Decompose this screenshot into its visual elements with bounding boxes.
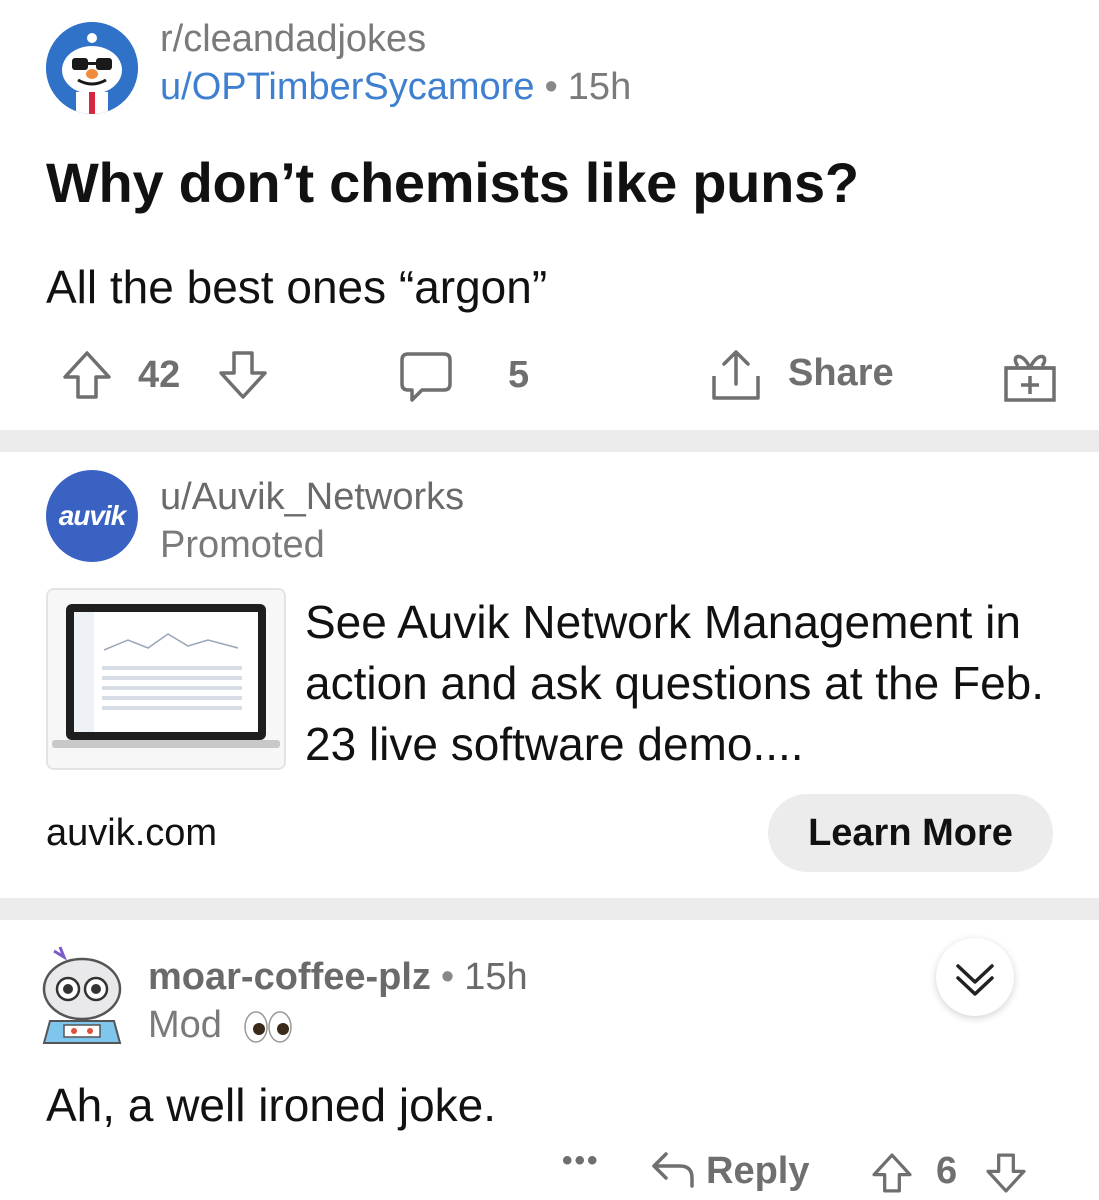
downvote-icon[interactable] — [984, 1150, 1028, 1196]
snoo-icon — [46, 22, 138, 114]
commenter-avatar[interactable] — [34, 945, 130, 1049]
chevron-down-icon — [956, 964, 994, 996]
downvote-icon[interactable] — [216, 348, 270, 402]
more-options-button[interactable]: ••• — [562, 1144, 600, 1178]
reply-button[interactable]: Reply — [706, 1150, 809, 1193]
advertiser-name[interactable]: u/Auvik_Networks — [160, 476, 464, 519]
comment-author[interactable]: moar-coffee-plz — [148, 956, 431, 998]
robot-avatar-icon — [42, 946, 122, 1044]
comment-score: 6 — [936, 1150, 958, 1192]
post-body: All the best ones “argon” — [46, 261, 548, 313]
comment-age: 15h — [464, 956, 528, 998]
comment-meta: moar-coffee-plz • 15h — [148, 956, 528, 999]
eyes-emoji-icon — [244, 1011, 293, 1043]
award-icon[interactable] — [1002, 346, 1058, 404]
comment-count: 5 — [508, 354, 530, 396]
ad-thumbnail[interactable] — [46, 588, 286, 770]
upvote-icon[interactable] — [60, 348, 114, 402]
promoted-label: Promoted — [160, 524, 325, 566]
subreddit-name[interactable]: r/cleandadjokes — [160, 18, 426, 61]
mod-flair-label: Mod — [148, 1004, 222, 1046]
upvote-icon[interactable] — [870, 1150, 914, 1196]
share-label[interactable]: Share — [788, 352, 894, 395]
collapse-thread-button[interactable] — [936, 938, 1014, 1016]
meta-separator: • — [544, 66, 558, 108]
section-divider — [0, 898, 1099, 920]
meta-separator: • — [440, 956, 455, 998]
ad-domain[interactable]: auvik.com — [46, 812, 217, 855]
comment-flair: Mod — [148, 1004, 294, 1047]
laptop-screenshot-image — [48, 590, 284, 768]
post-action-bar: 42 5 Share — [0, 340, 1099, 410]
post-meta: u/OPTimberSycamore • 15h — [160, 66, 631, 109]
post-author[interactable]: u/OPTimberSycamore — [160, 66, 534, 108]
learn-more-button[interactable]: Learn More — [768, 794, 1053, 872]
post-title[interactable]: Why don’t chemists like puns? — [46, 150, 859, 215]
share-icon[interactable] — [708, 346, 764, 404]
subreddit-avatar[interactable] — [46, 22, 138, 114]
reply-icon[interactable] — [650, 1150, 696, 1190]
comment-action-bar: ••• Reply 6 — [0, 1140, 1099, 1200]
advertiser-avatar[interactable]: auvik — [46, 470, 138, 562]
post-age: 15h — [567, 66, 632, 108]
section-divider — [0, 430, 1099, 452]
ad-headline[interactable]: See Auvik Network Management in action a… — [305, 592, 1065, 775]
comment-body: Ah, a well ironed joke. — [46, 1079, 497, 1131]
upvote-count: 42 — [138, 354, 181, 396]
advertiser-logo-text: auvik — [58, 500, 127, 531]
comment-icon[interactable] — [398, 348, 454, 404]
